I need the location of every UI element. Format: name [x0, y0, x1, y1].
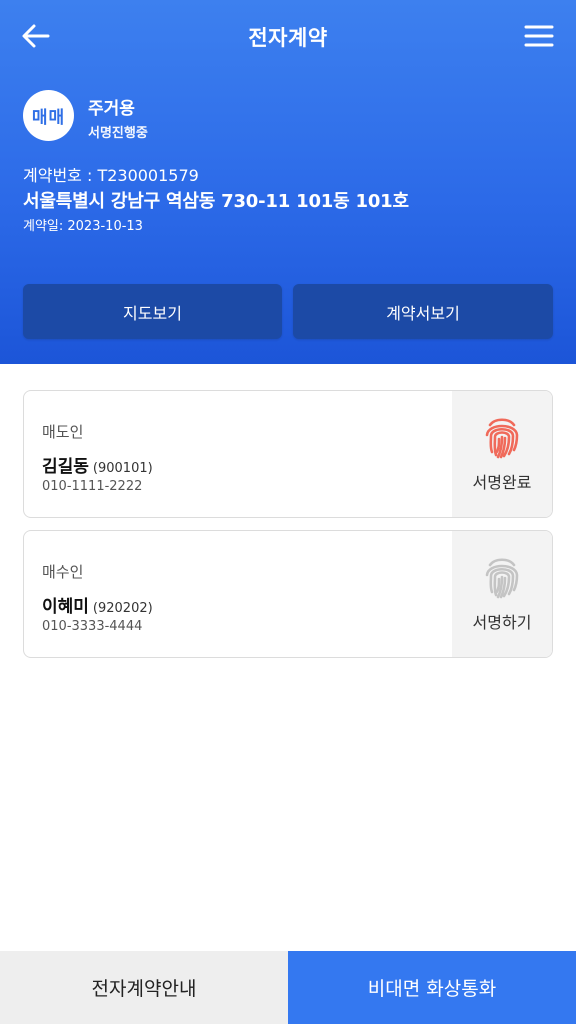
party-birth: (920202) — [92, 601, 153, 616]
contract-header: 전자계약 매매 주거용 서명진행중 계약번호 : T230001579 서울특별… — [0, 0, 576, 364]
trade-type-badge: 매매 — [23, 90, 74, 141]
fingerprint-icon — [483, 555, 521, 599]
sign-status-label: 서명하기 — [472, 613, 532, 632]
fingerprint-icon — [483, 415, 521, 459]
party-role: 매도인 — [42, 423, 84, 441]
sign-complete-button[interactable]: 서명완료 — [452, 391, 552, 517]
hamburger-menu-icon[interactable] — [522, 20, 556, 52]
party-role: 매수인 — [42, 563, 84, 581]
view-contract-button[interactable]: 계약서보기 — [293, 284, 553, 339]
property-address: 서울특별시 강남구 역삼동 730-11 101동 101호 — [23, 191, 409, 212]
party-phone: 010-3333-4444 — [42, 619, 143, 634]
buyer-card: 매수인 이혜미 (920202) 010-3333-4444 서명하기 — [23, 530, 553, 658]
party-name: 김길동 — [42, 457, 89, 477]
sign-button[interactable]: 서명하기 — [452, 531, 552, 657]
contract-guide-button[interactable]: 전자계약안내 — [0, 951, 288, 1024]
party-birth: (900101) — [92, 461, 153, 476]
contract-number: 계약번호 : T230001579 — [23, 166, 199, 185]
top-bar: 전자계약 — [0, 0, 576, 72]
contract-status: 서명진행중 — [88, 126, 148, 141]
party-name-line: 이혜미 (920202) — [42, 592, 153, 617]
sign-status-label: 서명완료 — [472, 473, 532, 492]
video-call-button[interactable]: 비대면 화상통화 — [288, 951, 576, 1024]
party-name-line: 김길동 (900101) — [42, 452, 153, 477]
page-title: 전자계약 — [248, 26, 328, 50]
view-map-button[interactable]: 지도보기 — [23, 284, 282, 339]
party-name: 이혜미 — [42, 597, 89, 617]
property-type: 주거용 — [88, 99, 135, 119]
contract-date: 계약일: 2023-10-13 — [23, 219, 143, 234]
party-phone: 010-1111-2222 — [42, 479, 143, 494]
seller-card: 매도인 김길동 (900101) 010-1111-2222 서명완료 — [23, 390, 553, 518]
